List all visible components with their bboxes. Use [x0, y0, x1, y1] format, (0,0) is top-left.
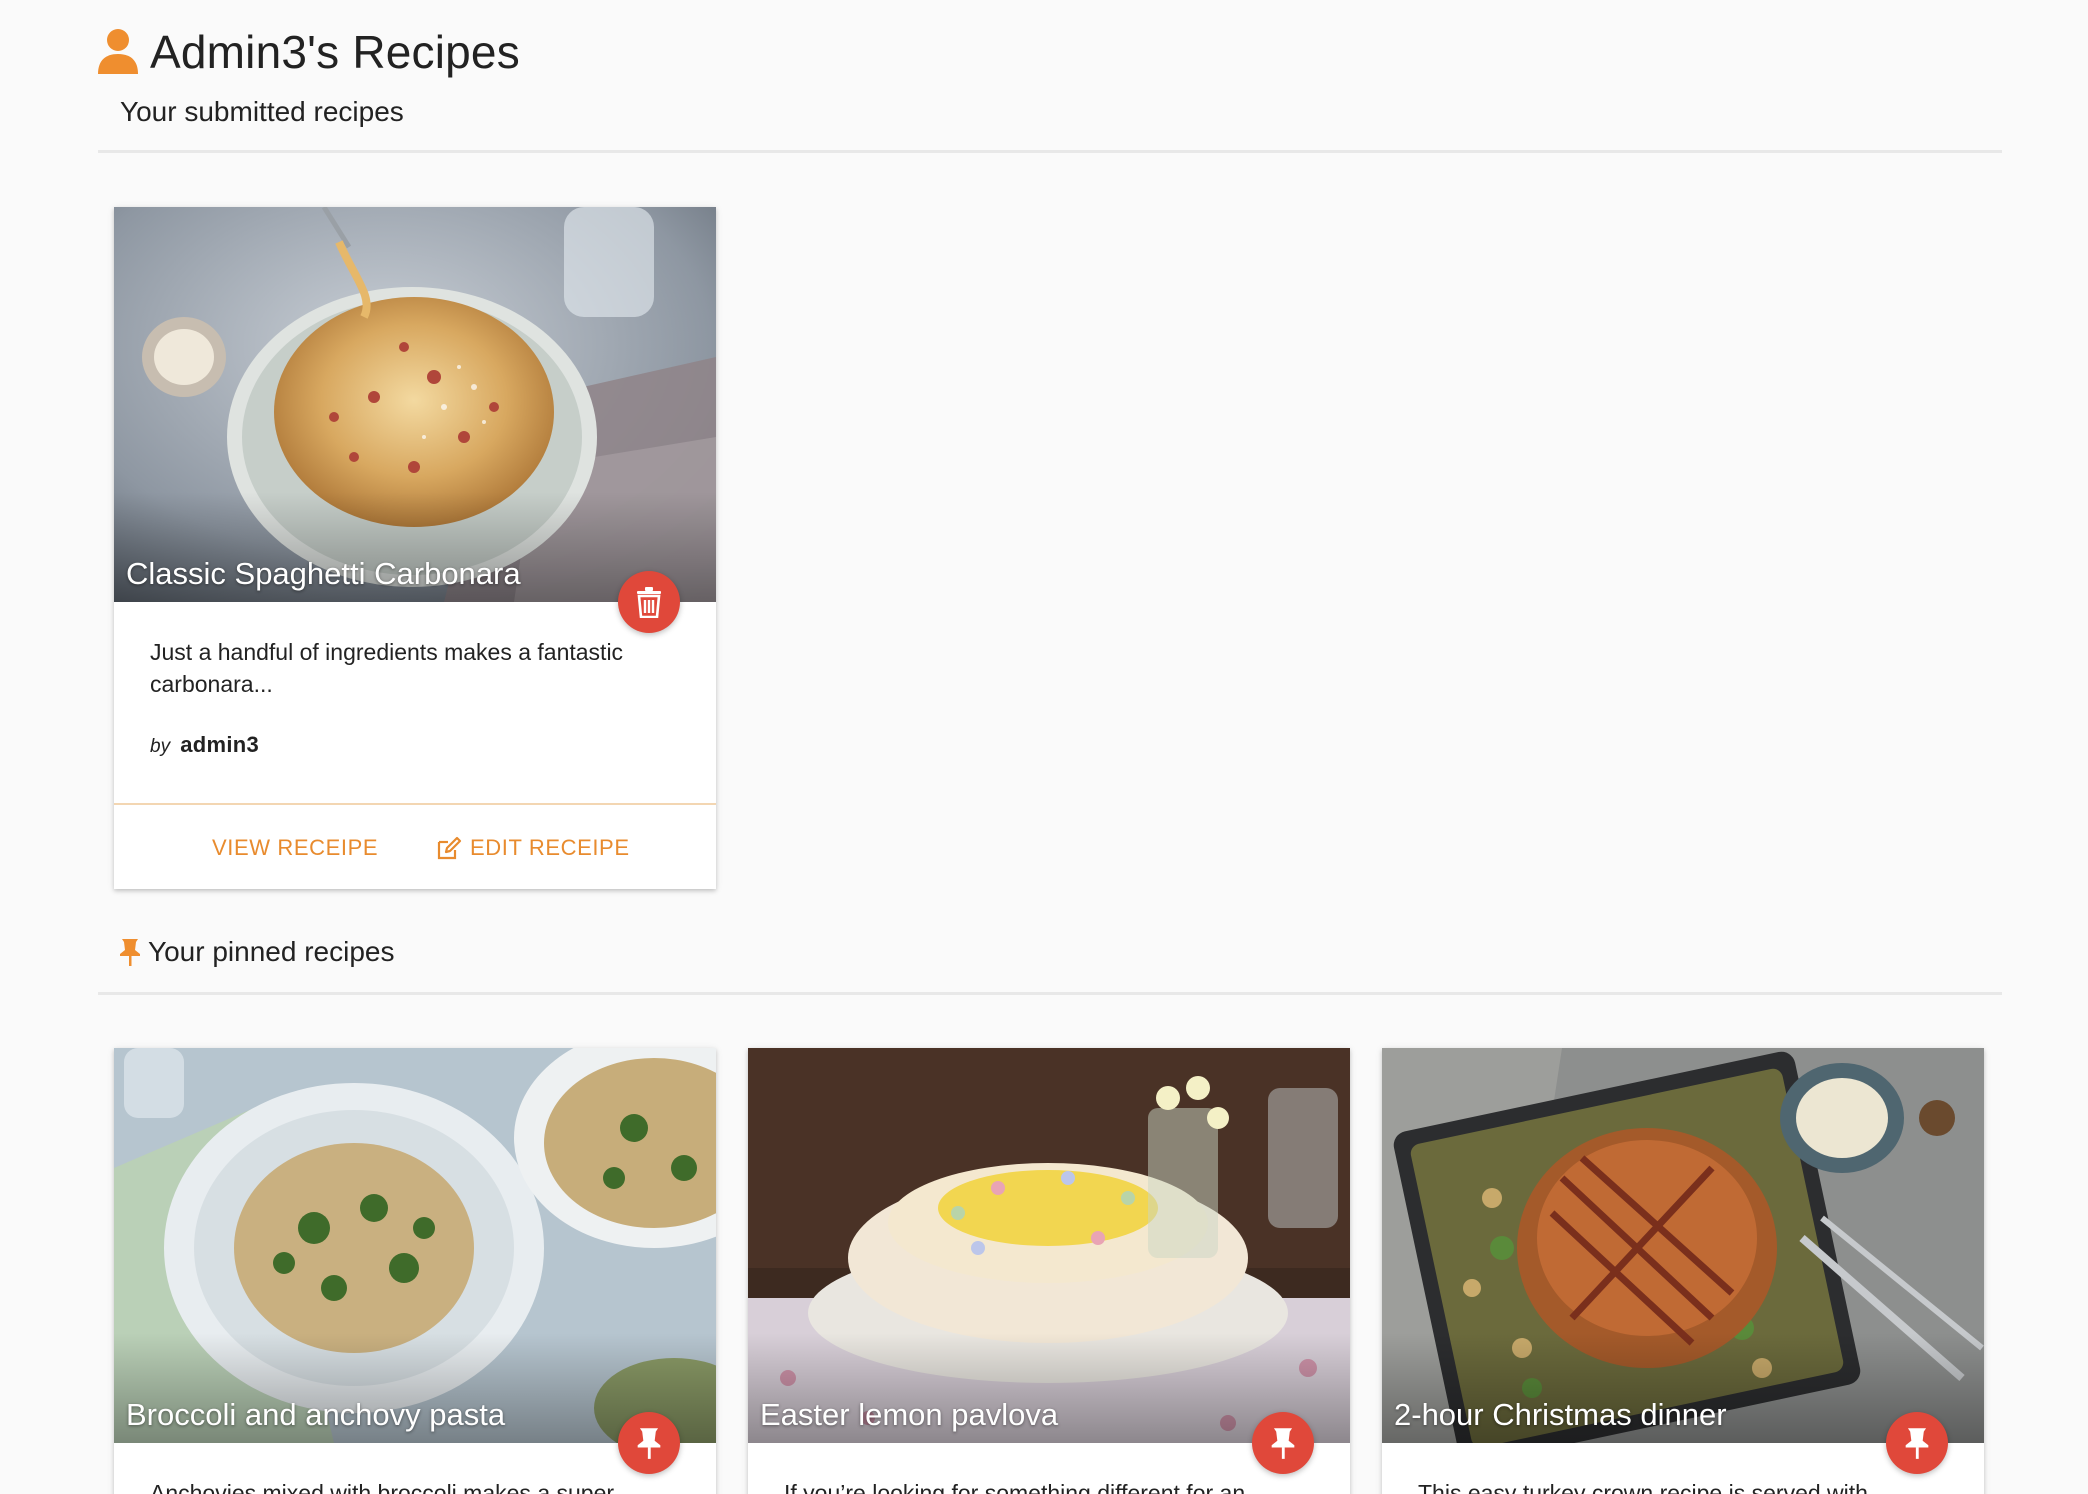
pin-icon: [637, 1428, 661, 1459]
card-body: Just a handful of ingredients makes a fa…: [114, 602, 716, 758]
pin-icon: [1905, 1428, 1929, 1459]
submitted-heading-label: Your submitted recipes: [120, 96, 404, 127]
recipe-image[interactable]: Easter lemon pavlova: [748, 1048, 1350, 1443]
pin-icon: [1271, 1428, 1295, 1459]
page-header: Admin3's Recipes: [96, 24, 520, 80]
edit-recipe-label: EDIT RECEIPE: [470, 835, 630, 860]
pinned-heading-label: Your pinned recipes: [148, 936, 395, 967]
recipe-author: by admin3: [150, 732, 680, 758]
page-title: Admin3's Recipes: [150, 26, 520, 78]
divider: [98, 150, 2002, 153]
pinned-recipe-card: Broccoli and anchovy pasta Anchovies mix…: [114, 1048, 716, 1494]
user-icon: [98, 29, 138, 74]
edit-recipe-button[interactable]: EDIT RECEIPE: [436, 835, 630, 861]
submitted-section-heading: Your submitted recipes: [120, 96, 404, 128]
recipe-image[interactable]: 2-hour Christmas dinner: [1382, 1048, 1984, 1443]
recipe-title: Classic Spaghetti Carbonara: [126, 556, 521, 591]
recipe-description: Anchovies mixed with broccoli makes a su…: [150, 1480, 615, 1494]
trash-icon: [637, 587, 661, 618]
author-name: admin3: [180, 732, 260, 757]
delete-recipe-button[interactable]: [618, 571, 680, 633]
unpin-recipe-button[interactable]: [1252, 1412, 1314, 1474]
divider: [98, 992, 2002, 995]
pin-icon: [120, 939, 140, 966]
card-actions: VIEW RECEIPE EDIT RECEIPE: [114, 803, 716, 889]
edit-icon: [437, 836, 462, 860]
recipe-title: Broccoli and anchovy pasta: [126, 1397, 506, 1432]
recipe-title: 2-hour Christmas dinner: [1394, 1397, 1727, 1432]
recipe-image[interactable]: Classic Spaghetti Carbonara: [114, 207, 716, 602]
recipe-description: If you’re looking for something differen…: [784, 1480, 1246, 1494]
pinned-section-heading: Your pinned recipes: [118, 936, 394, 968]
recipe-description: Just a handful of ingredients makes a fa…: [150, 639, 624, 697]
page: Admin3's Recipes Your submitted recipes: [0, 0, 2088, 1494]
by-label: by: [150, 736, 171, 757]
unpin-recipe-button[interactable]: [1886, 1412, 1948, 1474]
recipe-title: Easter lemon pavlova: [760, 1397, 1059, 1432]
view-recipe-button[interactable]: VIEW RECEIPE: [212, 835, 378, 861]
recipe-description: This easy turkey crown recipe is served …: [1418, 1480, 1868, 1494]
recipe-image[interactable]: Broccoli and anchovy pasta: [114, 1048, 716, 1443]
unpin-recipe-button[interactable]: [618, 1412, 680, 1474]
pinned-recipe-card: 2-hour Christmas dinner This easy turkey…: [1382, 1048, 1984, 1494]
recipe-card-submitted: Classic Spaghetti Carbonara Just a handf…: [114, 207, 716, 889]
pinned-recipe-card: Easter lemon pavlova If you’re looking f…: [748, 1048, 1350, 1494]
